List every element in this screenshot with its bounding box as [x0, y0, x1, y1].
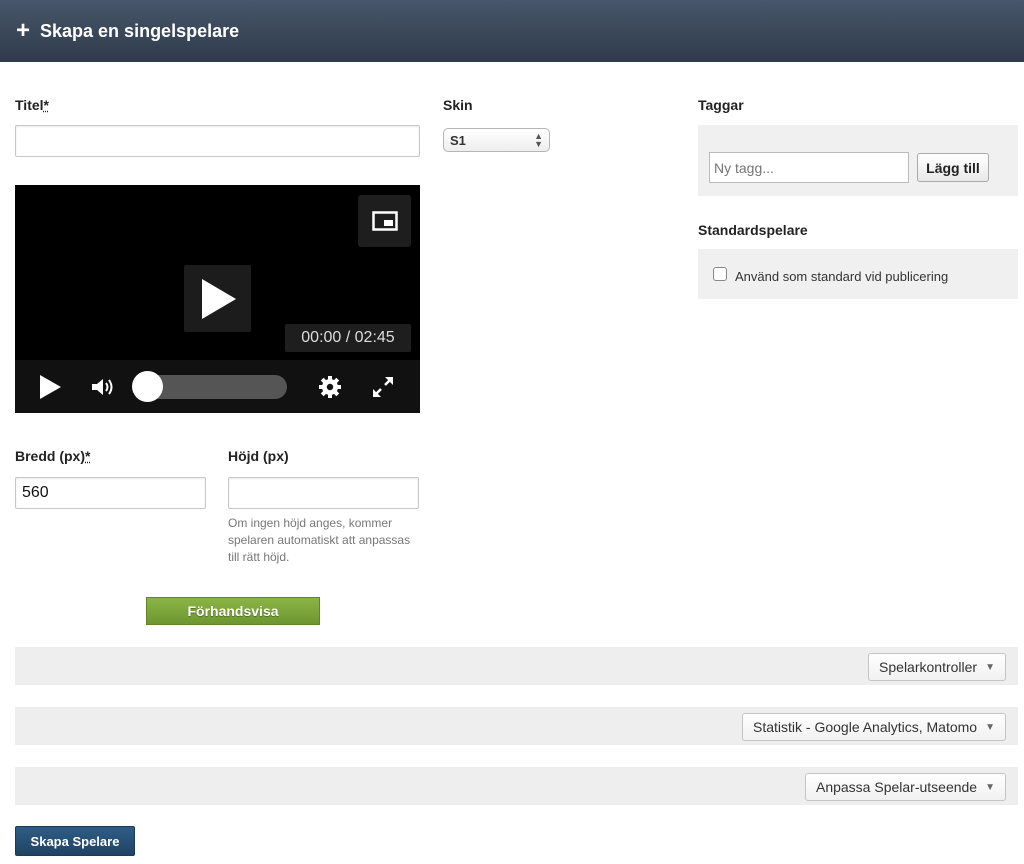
statistics-dropdown[interactable]: Statistik - Google Analytics, Matomo ▼ — [742, 713, 1006, 741]
title-label: Titel* — [15, 97, 49, 113]
caret-down-icon: ▼ — [985, 721, 995, 733]
default-player-checkbox-label[interactable]: Använd som standard vid publicering — [735, 269, 948, 284]
volume-icon[interactable] — [89, 374, 119, 400]
tags-label: Taggar — [698, 97, 744, 113]
play-icon[interactable] — [37, 374, 63, 400]
width-input[interactable] — [15, 477, 206, 509]
height-label: Höjd (px) — [228, 448, 289, 464]
skin-select[interactable]: S1 ▲ ▼ — [443, 128, 550, 152]
default-player-checkbox[interactable] — [713, 267, 727, 281]
section-bar-player-controls: Spelarkontroller ▼ — [15, 647, 1018, 685]
page-header: + Skapa en singelspelare — [0, 0, 1024, 62]
add-tag-button[interactable]: Lägg till — [917, 153, 989, 182]
dropdown-label: Spelarkontroller — [879, 659, 978, 675]
new-tag-input[interactable] — [709, 152, 909, 183]
select-arrows-icon: ▲ ▼ — [534, 131, 543, 149]
time-display: 00:00 / 02:45 — [285, 324, 411, 352]
caret-down-icon: ▼ — [985, 781, 995, 793]
seek-handle[interactable] — [132, 371, 163, 402]
dropdown-label: Anpassa Spelar-utseende — [815, 779, 978, 795]
preview-button[interactable]: Förhandsvisa — [146, 597, 320, 625]
page-title: Skapa en singelspelare — [40, 20, 240, 41]
big-play-button[interactable] — [184, 265, 251, 332]
section-bar-statistics: Statistik - Google Analytics, Matomo ▼ — [15, 707, 1018, 745]
height-hint: Om ingen höjd anges, kommer spelaren aut… — [228, 516, 411, 564]
skin-label: Skin — [443, 97, 473, 113]
height-input[interactable] — [228, 477, 419, 509]
dropdown-label: Statistik - Google Analytics, Matomo — [753, 719, 978, 735]
player-controls — [15, 360, 420, 413]
default-player-label: Standardspelare — [698, 222, 808, 238]
required-mark: * — [43, 97, 49, 113]
settings-icon[interactable] — [317, 374, 343, 400]
picture-in-picture-icon[interactable] — [358, 195, 411, 247]
width-label: Bredd (px)* — [15, 448, 91, 464]
title-input[interactable] — [15, 125, 420, 157]
video-player[interactable]: 00:00 / 02:45 — [15, 185, 420, 413]
appearance-dropdown[interactable]: Anpassa Spelar-utseende ▼ — [804, 773, 1006, 801]
create-player-button[interactable]: Skapa Spelare — [15, 826, 135, 856]
section-bar-appearance: Anpassa Spelar-utseende ▼ — [15, 767, 1018, 805]
caret-down-icon: ▼ — [985, 661, 995, 673]
plus-icon: + — [16, 17, 31, 44]
play-icon — [201, 278, 236, 319]
fullscreen-icon[interactable] — [370, 374, 396, 400]
skin-selected-value: S1 — [450, 132, 466, 148]
player-controls-dropdown[interactable]: Spelarkontroller ▼ — [868, 653, 1006, 681]
